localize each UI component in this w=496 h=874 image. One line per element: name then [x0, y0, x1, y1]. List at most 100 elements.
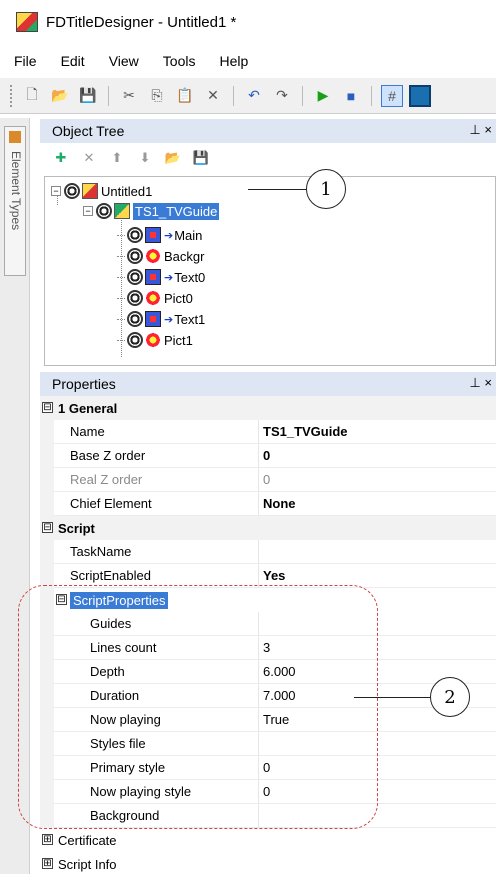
- property-row[interactable]: Chief Element None: [40, 491, 496, 516]
- element-types-tab[interactable]: Element Types: [4, 126, 26, 276]
- view-icon[interactable]: [409, 84, 431, 107]
- row-margin: [40, 419, 54, 444]
- cut-icon[interactable]: ✂: [118, 85, 140, 107]
- play-icon[interactable]: ▶: [312, 85, 334, 107]
- menu-bar: File Edit View Tools Help: [0, 44, 496, 78]
- move-down-icon[interactable]: ⬇: [136, 149, 154, 167]
- delete-icon[interactable]: ✕: [202, 85, 224, 107]
- visibility-icon[interactable]: [127, 269, 143, 285]
- category-label: Script: [58, 520, 95, 536]
- tree-node-pict0[interactable]: Pict0: [117, 288, 193, 308]
- expand-icon[interactable]: ⊞: [42, 834, 53, 845]
- property-value[interactable]: Yes: [258, 563, 496, 588]
- tree-node-text0[interactable]: ➔ Text0: [117, 267, 205, 287]
- property-name: Base Z order: [70, 447, 146, 463]
- property-name: Real Z order: [70, 471, 143, 487]
- title-bar: FDTitleDesigner - Untitled1 *: [0, 0, 496, 44]
- visibility-icon[interactable]: [96, 203, 112, 219]
- stop-icon[interactable]: ■: [340, 85, 362, 107]
- picture-element-icon: [145, 290, 161, 306]
- open-template-icon[interactable]: 📂: [164, 149, 182, 167]
- property-value[interactable]: None: [258, 491, 496, 516]
- property-value: 0: [258, 467, 496, 492]
- collapse-icon[interactable]: ⊟: [42, 402, 53, 413]
- property-value[interactable]: TS1_TVGuide: [258, 419, 496, 444]
- element-types-icon: [9, 131, 21, 143]
- menu-edit[interactable]: Edit: [61, 53, 85, 69]
- property-row[interactable]: Name TS1_TVGuide: [40, 419, 496, 444]
- row-margin: [40, 539, 54, 564]
- tree-node-ts1[interactable]: − TS1_TVGuide: [83, 201, 220, 221]
- visibility-icon[interactable]: [127, 227, 143, 243]
- collapse-icon[interactable]: −: [51, 186, 61, 196]
- visibility-icon[interactable]: [127, 248, 143, 264]
- property-name: TaskName: [70, 543, 132, 559]
- remove-element-icon[interactable]: ✕: [80, 149, 98, 167]
- category-script-info[interactable]: ⊞ Script Info: [40, 852, 496, 874]
- menu-tools[interactable]: Tools: [163, 53, 196, 69]
- tree-node-root[interactable]: − Untitled1: [51, 181, 152, 201]
- visibility-icon[interactable]: [64, 183, 80, 199]
- tree-node-label: Pict1: [164, 332, 193, 348]
- window-title: FDTitleDesigner - Untitled1 *: [46, 13, 237, 31]
- properties-pin-close[interactable]: ⊥ ×: [469, 375, 492, 391]
- property-value[interactable]: [258, 539, 496, 564]
- tree-node-pict1[interactable]: Pict1: [117, 330, 193, 350]
- category-certificate[interactable]: ⊞ Certificate: [40, 828, 496, 852]
- property-name: Chief Element: [70, 495, 152, 511]
- tree-toolbar: ✚ ✕ ⬆ ⬇ 📂 💾: [40, 143, 496, 173]
- category-label: 1 General: [58, 400, 118, 416]
- property-value[interactable]: 0: [258, 443, 496, 468]
- category-label: Script Info: [58, 856, 117, 872]
- redo-icon[interactable]: ↷: [271, 85, 293, 107]
- toolbar-grip[interactable]: [10, 84, 13, 107]
- tree-node-label: Text0: [174, 269, 206, 285]
- object-tree-pin-close[interactable]: ⊥ ×: [469, 122, 492, 138]
- row-margin: [40, 491, 54, 516]
- toolbar-separator: [371, 85, 372, 106]
- open-icon[interactable]: 📂: [49, 85, 71, 107]
- collapse-icon[interactable]: −: [83, 206, 93, 216]
- highlight-dashed-outline: [18, 585, 378, 829]
- toolbar-separator: [108, 85, 109, 106]
- save-template-icon[interactable]: 💾: [192, 149, 210, 167]
- grid-icon[interactable]: #: [381, 84, 403, 107]
- menu-file[interactable]: File: [14, 53, 37, 69]
- visibility-icon[interactable]: [127, 332, 143, 348]
- tree-node-label: TS1_TVGuide: [133, 202, 220, 220]
- properties-title: Properties: [52, 376, 116, 392]
- collapse-icon[interactable]: ⊟: [42, 522, 53, 533]
- undo-icon[interactable]: ↶: [243, 85, 265, 107]
- new-icon[interactable]: 🗋: [21, 85, 43, 107]
- tree-node-label: Untitled1: [101, 183, 153, 199]
- expand-icon[interactable]: ⊞: [42, 858, 53, 869]
- ts-script-icon: [114, 203, 130, 219]
- tree-node-label: Main: [174, 227, 203, 243]
- category-general[interactable]: ⊟ 1 General: [40, 396, 496, 420]
- object-tree-title: Object Tree: [52, 123, 125, 139]
- add-element-icon[interactable]: ✚: [52, 149, 70, 167]
- property-row[interactable]: TaskName: [40, 539, 496, 564]
- object-tree: − Untitled1 − TS1_TVGuide ➔ Main Backgr …: [44, 176, 496, 366]
- save-icon[interactable]: 💾: [77, 85, 99, 107]
- visibility-icon[interactable]: [127, 311, 143, 327]
- tree-node-label: Pict0: [164, 290, 193, 306]
- visibility-icon[interactable]: [127, 290, 143, 306]
- tree-node-label: Backgr: [164, 248, 205, 264]
- property-row[interactable]: Base Z order 0: [40, 443, 496, 468]
- paste-icon[interactable]: 📋: [174, 85, 196, 107]
- category-label: Certificate: [58, 832, 117, 848]
- tree-node-backgr[interactable]: Backgr: [117, 246, 204, 266]
- element-types-label: Element Types: [9, 151, 23, 231]
- copy-icon[interactable]: ⎘: [146, 85, 168, 107]
- tree-node-main[interactable]: ➔ Main: [117, 225, 202, 245]
- menu-help[interactable]: Help: [219, 53, 248, 69]
- fd-project-icon: [82, 183, 98, 199]
- move-up-icon[interactable]: ⬆: [108, 149, 126, 167]
- toolbar-separator: [233, 85, 234, 106]
- text-element-icon: [145, 269, 161, 285]
- category-script[interactable]: ⊟ Script: [40, 516, 496, 540]
- text-element-icon: [145, 227, 161, 243]
- tree-node-text1[interactable]: ➔ Text1: [117, 309, 205, 329]
- menu-view[interactable]: View: [109, 53, 139, 69]
